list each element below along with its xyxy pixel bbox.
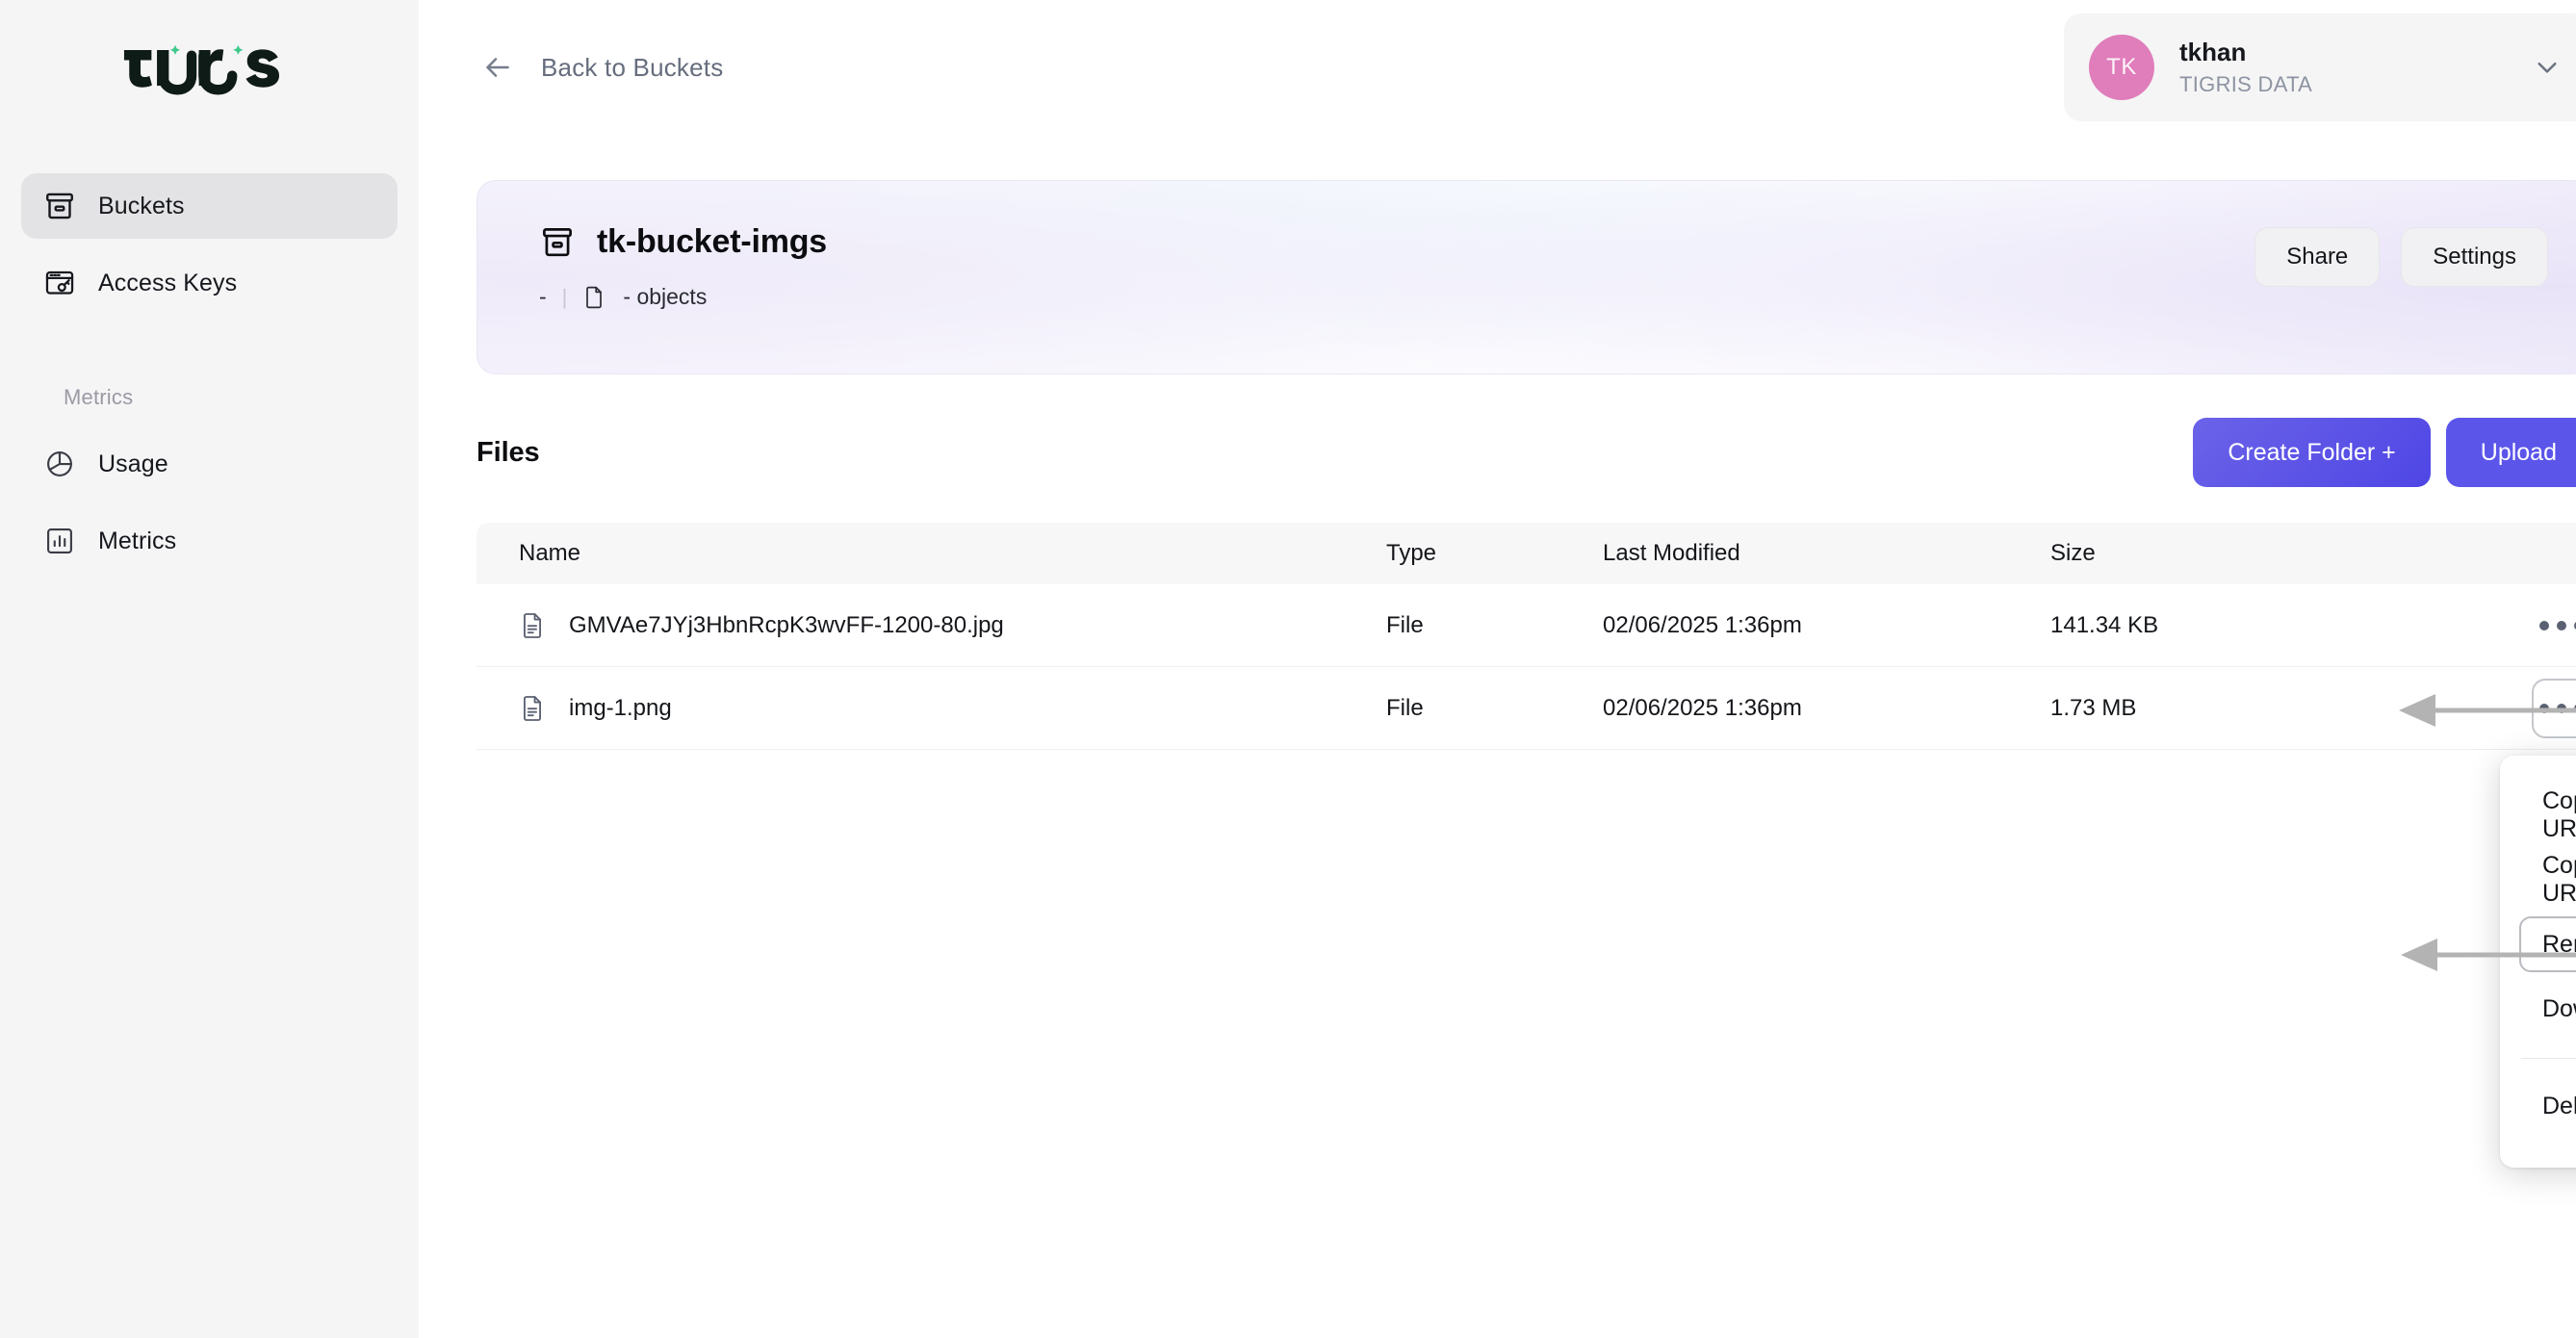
- arrow-annotation-to-rename: [2395, 934, 2576, 976]
- context-menu-item-download-file[interactable]: Download File: [2519, 981, 2576, 1037]
- file-name-cell: GMVAe7JYj3HbnRcpK3wvFF-1200-80.jpg: [477, 611, 1386, 640]
- pie-chart-icon: [42, 447, 77, 481]
- sidebar-item-metrics[interactable]: Metrics: [21, 508, 398, 574]
- document-icon: [582, 285, 607, 310]
- sidebar: Buckets Access Keys Metrics: [0, 0, 419, 1338]
- arrow-left-icon: [481, 51, 514, 84]
- app-root: Buckets Access Keys Metrics: [0, 0, 2576, 1338]
- file-type: File: [1386, 695, 1603, 722]
- context-menu-divider: [2521, 1058, 2576, 1059]
- context-menu-item-copy-put-url[interactable]: Copy Pre-signed PUT URL: [2519, 852, 2576, 908]
- key-card-icon: [42, 266, 77, 300]
- table-header-row: Name Type Last Modified Size: [477, 523, 2576, 584]
- back-to-buckets-link[interactable]: Back to Buckets: [477, 51, 723, 84]
- files-heading: Files: [477, 437, 540, 469]
- sidebar-item-access-keys[interactable]: Access Keys: [21, 250, 398, 316]
- settings-button[interactable]: Settings: [2401, 227, 2548, 287]
- meta-separator: |: [562, 285, 568, 310]
- kebab-menu-icon[interactable]: [2532, 596, 2576, 656]
- bucket-meta: - | - objects: [539, 284, 2576, 310]
- file-name: img-1.png: [569, 695, 672, 722]
- kebab-dot: [2539, 621, 2549, 630]
- account-name: tkhan: [2179, 38, 2312, 67]
- context-menu-item-copy-get-url[interactable]: Copy Pre-signed GET URL: [2519, 787, 2576, 843]
- sidebar-group-title: Metrics: [21, 327, 398, 431]
- file-last-modified: 02/06/2025 1:36pm: [1603, 695, 2050, 722]
- main-content: Back to Buckets TK tkhan TIGRIS DATA: [419, 0, 2576, 1338]
- bucket-header-card: tk-bucket-imgs - | - objects Share Setti…: [477, 180, 2576, 374]
- chevron-down-icon[interactable]: [2532, 52, 2563, 83]
- document-icon: [519, 694, 546, 723]
- sidebar-nav: Buckets Access Keys Metrics: [0, 127, 419, 574]
- account-switcher[interactable]: TK tkhan TIGRIS DATA: [2064, 13, 2576, 121]
- sidebar-item-buckets[interactable]: Buckets: [21, 173, 398, 239]
- document-icon: [519, 611, 546, 640]
- file-size: 141.34 KB: [2050, 612, 2493, 639]
- context-menu-item-delete[interactable]: Delete: [2519, 1078, 2576, 1134]
- bucket-size-value: -: [539, 284, 547, 310]
- tigris-logo[interactable]: [0, 0, 419, 127]
- tigris-logo-icon: [116, 34, 304, 103]
- file-type: File: [1386, 612, 1603, 639]
- file-last-modified: 02/06/2025 1:36pm: [1603, 612, 2050, 639]
- bucket-objects-value: - objects: [623, 284, 707, 310]
- sidebar-item-usage[interactable]: Usage: [21, 431, 398, 497]
- bucket-icon: [42, 189, 77, 223]
- file-name: GMVAe7JYj3HbnRcpK3wvFF-1200-80.jpg: [569, 612, 1004, 639]
- back-to-buckets-label: Back to Buckets: [541, 53, 723, 83]
- file-actions-cell: [2493, 596, 2576, 656]
- sidebar-item-label: Usage: [98, 450, 168, 478]
- table-row[interactable]: img-1.png File 02/06/2025 1:36pm 1.73 MB: [477, 667, 2576, 750]
- bucket-actions: Share Settings: [2254, 227, 2548, 287]
- column-header-size: Size: [2050, 540, 2493, 567]
- arrow-annotation-to-kebab: [2393, 689, 2576, 732]
- upload-button[interactable]: Upload: [2446, 418, 2576, 487]
- files-actions: Create Folder + Upload: [2193, 418, 2576, 487]
- share-button[interactable]: Share: [2254, 227, 2380, 287]
- column-header-last-modified: Last Modified: [1603, 540, 2050, 567]
- topbar: Back to Buckets TK tkhan TIGRIS DATA: [419, 0, 2576, 135]
- avatar: TK: [2089, 35, 2154, 100]
- column-header-name: Name: [477, 540, 1386, 567]
- bar-chart-icon: [42, 524, 77, 558]
- file-name-cell: img-1.png: [477, 694, 1386, 723]
- sidebar-item-label: Metrics: [98, 527, 176, 555]
- page-title: tk-bucket-imgs: [597, 223, 827, 261]
- account-org: TIGRIS DATA: [2179, 72, 2312, 97]
- bucket-icon: [539, 224, 576, 261]
- table-row[interactable]: GMVAe7JYj3HbnRcpK3wvFF-1200-80.jpg File …: [477, 584, 2576, 667]
- column-header-type: Type: [1386, 540, 1603, 567]
- account-text: tkhan TIGRIS DATA: [2179, 38, 2312, 97]
- files-toolbar: Files Create Folder + Upload: [477, 415, 2576, 490]
- create-folder-button[interactable]: Create Folder +: [2193, 418, 2430, 487]
- sidebar-item-label: Buckets: [98, 193, 185, 220]
- kebab-dot: [2557, 621, 2566, 630]
- files-table: Name Type Last Modified Size GMVA: [477, 523, 2576, 750]
- sidebar-item-label: Access Keys: [98, 270, 237, 297]
